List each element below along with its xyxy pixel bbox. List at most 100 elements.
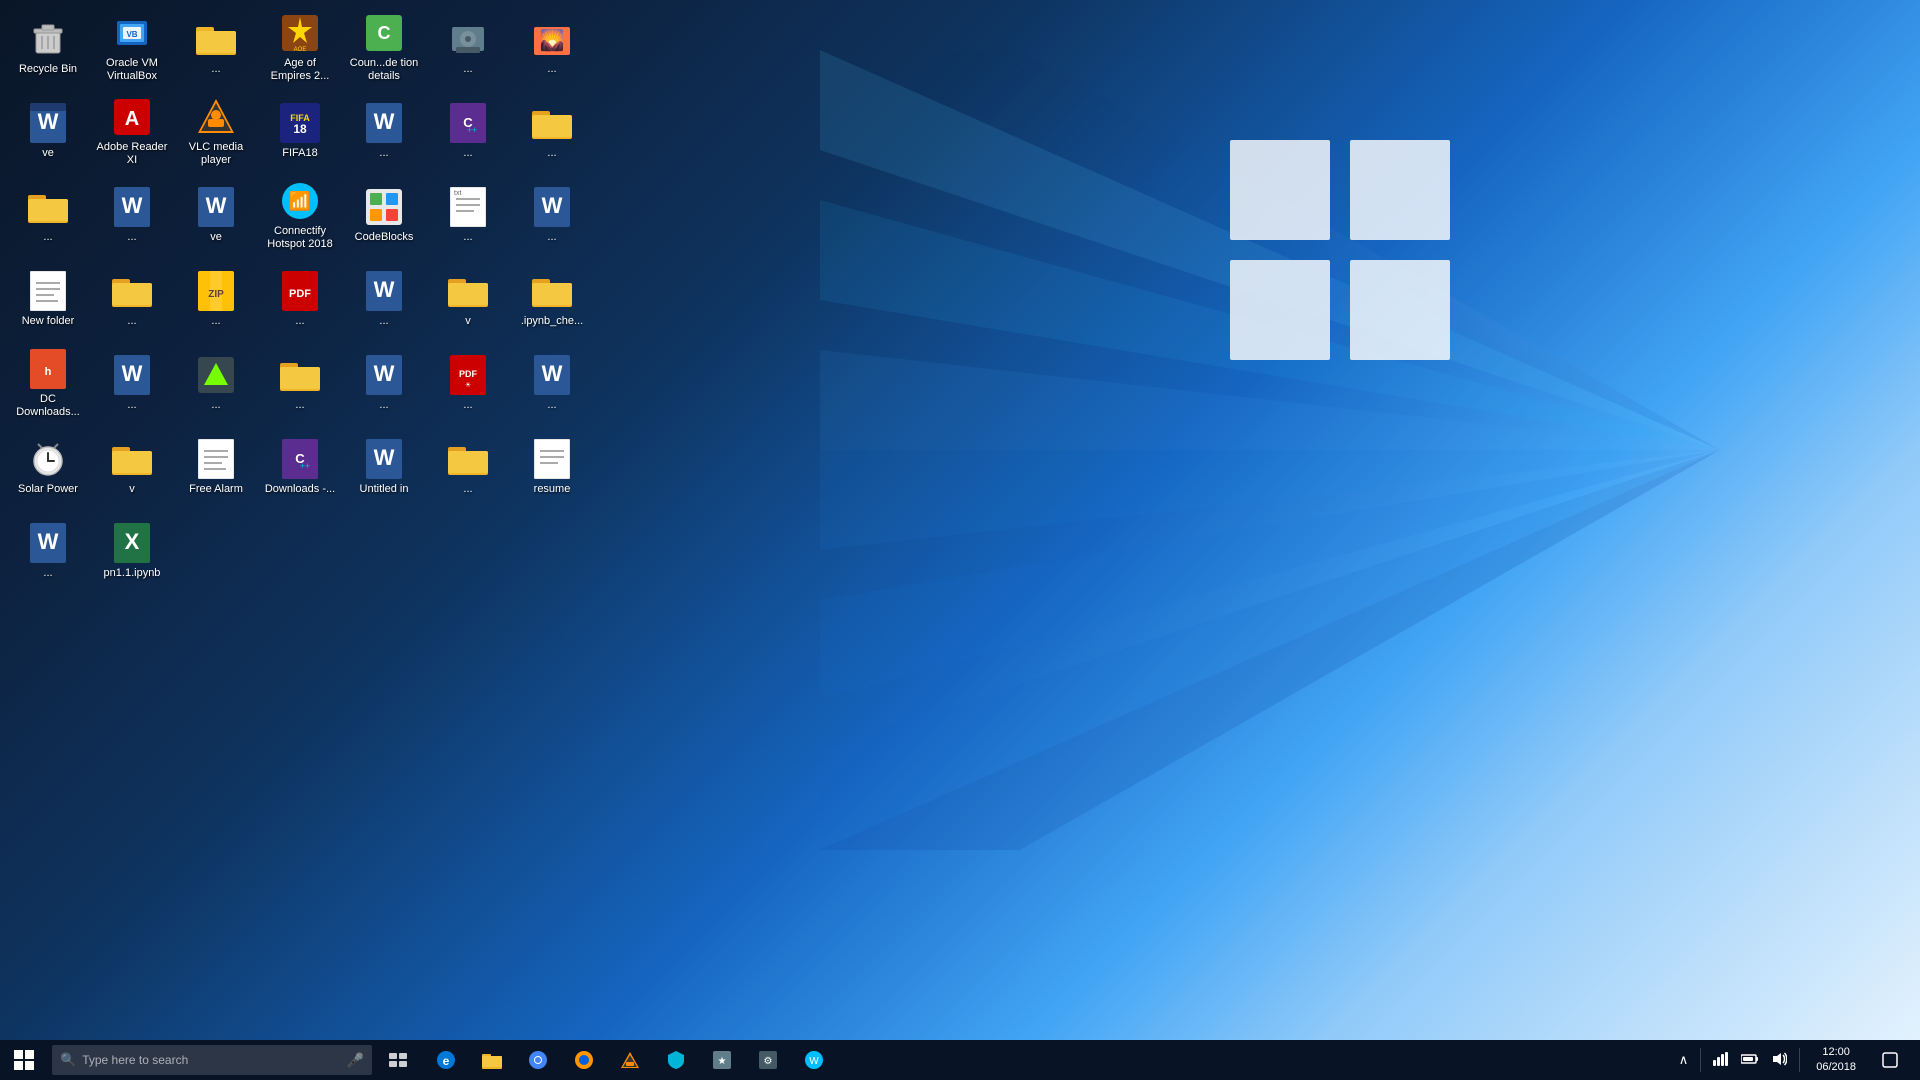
desktop-icon-txt1[interactable]: txt ... [428,176,508,256]
desktop-icon-word4[interactable]: W ... [92,344,172,424]
desktop-icon-age-of-empires[interactable]: AOE Age of Empires 2... [260,8,340,88]
oracle-vm-icon: VB [112,13,152,53]
taskbar-vlc-button[interactable] [608,1040,652,1080]
svg-text:PDF: PDF [289,288,311,300]
desktop-icons-area: Recycle Bin VB Oracle VM VirtualBox ... [0,0,650,1040]
ipynb-icon [448,271,488,311]
taskbar-chrome-button[interactable] [516,1040,560,1080]
microphone-icon[interactable]: 🎤 [347,1052,364,1069]
desktop-icon-nanoscience[interactable]: W ... [8,512,88,592]
svg-text:txt: txt [454,190,461,197]
taskbar-search-box[interactable]: 🔍 🎤 [52,1045,372,1075]
desktop-icon-ve4[interactable]: W ... [512,344,592,424]
desktop-icon-folder1[interactable]: ... [176,8,256,88]
desktop-icon-ver1[interactable]: X pn1.1.ipynb [92,512,172,592]
ve2-label: ve [210,231,222,244]
tray-battery-icon[interactable] [1737,1051,1763,1070]
desktop-icon-folder3[interactable]: ... [260,344,340,424]
ve2-icon: W [196,187,236,227]
desktop-icon-dc-downloads[interactable]: .ipynb_che... [512,260,592,340]
desktop-icon-resume[interactable]: W Untitled in [344,428,424,508]
svg-text:⚙: ⚙ [764,1056,773,1067]
desktop-icon-pdf1[interactable]: PDF ... [260,260,340,340]
taskbar-wifi-app-button[interactable]: W [792,1040,836,1080]
desktop-icon-folder2[interactable]: ... [512,92,592,172]
desktop-icon-fifa18[interactable]: FIFA 18 FIFA18 [260,92,340,172]
desktop-icon-untitled-in[interactable]: Free Alarm [176,428,256,508]
svg-text:W: W [206,193,227,218]
clock-date: 06/2018 [1816,1060,1856,1075]
desktop-icon-adobe-reader[interactable]: A Adobe Reader XI [92,92,172,172]
folder3-icon [280,355,320,395]
desktop-icon-word5[interactable]: W ... [344,344,424,424]
desktop-icon-lab2[interactable]: C ++ Downloads -... [260,428,340,508]
desktop-icon-solar-power[interactable]: PDF ☀ ... [428,344,508,424]
system-clock[interactable]: 12:00 06/2018 [1808,1045,1864,1076]
desktop-icon-ipynb[interactable]: v [428,260,508,340]
desktop-icon-new1[interactable]: C ++ ... [428,92,508,172]
desktop-icon-ve1[interactable]: W ve [8,92,88,172]
desktop-icon-codeblocks[interactable]: CodeBlocks [344,176,424,256]
folder3-label: ... [295,399,304,412]
tray-volume-icon[interactable] [1767,1050,1791,1071]
start-button[interactable] [0,1040,48,1080]
desktop-icon-photo[interactable]: 🌄 ... [512,8,592,88]
nb-project-icon [28,187,68,227]
svg-text:++: ++ [467,125,478,135]
taskbar-edge-button[interactable]: e [424,1040,468,1080]
desktop-icon-ve2[interactable]: W ve [176,176,256,256]
desktop-icon-word1[interactable]: W ... [344,92,424,172]
word5-icon: W [364,355,404,395]
desktop-icon-word3[interactable]: W ... [512,176,592,256]
new1-label: ... [463,147,472,160]
taskbar-app8-button[interactable]: ⚙ [746,1040,790,1080]
word1-icon: W [364,103,404,143]
svg-text:☀: ☀ [465,381,471,389]
desktop-icon-rr[interactable]: h DC Downloads... [8,344,88,424]
codeblocks-label: CodeBlocks [355,231,414,244]
taskbar-app7-button[interactable]: ★ [700,1040,744,1080]
taskbar-explorer-button[interactable] [470,1040,514,1080]
desktop-icon-new-folder[interactable]: ... [92,260,172,340]
desktop-icon-oracle-vm[interactable]: VB Oracle VM VirtualBox [92,8,172,88]
photo-label: ... [547,63,556,76]
desktop-icon-pn1[interactable]: resume [512,428,592,508]
desktop-icon-recycle-bin[interactable]: Recycle Bin [8,8,88,88]
tray-network-icon[interactable] [1709,1050,1733,1071]
ve1-icon: W [28,103,68,143]
word3-icon: W [532,187,572,227]
svg-text:★: ★ [718,1056,727,1067]
ver1-icon: X [112,523,152,563]
desktop-icon-navview[interactable]: ... [176,344,256,424]
desktop-icon-countdown[interactable]: C Coun...de tion details [344,8,424,88]
task-view-button[interactable] [376,1040,420,1080]
svg-text:W: W [374,361,395,386]
desktop-icon-free-alarm[interactable]: Solar Power [8,428,88,508]
fifa18-icon: FIFA 18 [280,103,320,143]
taskbar-security-button[interactable] [654,1040,698,1080]
desktop-icon-ve3[interactable]: W ... [344,260,424,340]
tray-chevron[interactable]: ∧ [1675,1050,1693,1070]
svg-text:AOE: AOE [294,47,307,53]
desktop-icon-folder4[interactable]: ... [428,428,508,508]
desktop-icon-word2[interactable]: W ... [92,176,172,256]
vlc-label: VLC media player [180,141,252,167]
svg-text:18: 18 [293,122,307,136]
photo-icon: 🌄 [532,19,572,59]
desktop-icon-vlc[interactable]: VLC media player [176,92,256,172]
ve1-label: ve [42,147,54,160]
svg-text:W: W [38,109,59,134]
svg-text:e: e [443,1054,450,1068]
dc-downloads-icon [532,271,572,311]
desktop-icon-disk[interactable]: ... [428,8,508,88]
notification-center-button[interactable] [1868,1040,1912,1080]
desktop-icon-nb-project[interactable]: ... [8,176,88,256]
desktop-icon-zip1[interactable]: ZIP ... [176,260,256,340]
desktop-icon-downloads2[interactable]: v [92,428,172,508]
search-input[interactable] [82,1053,340,1067]
desktop-icon-new-text-doc[interactable]: New folder [8,260,88,340]
svg-text:W: W [122,193,143,218]
folder2-label: ... [547,147,556,160]
desktop-icon-connectify[interactable]: 📶 Connectify Hotspot 2018 [260,176,340,256]
taskbar-firefox-button[interactable] [562,1040,606,1080]
